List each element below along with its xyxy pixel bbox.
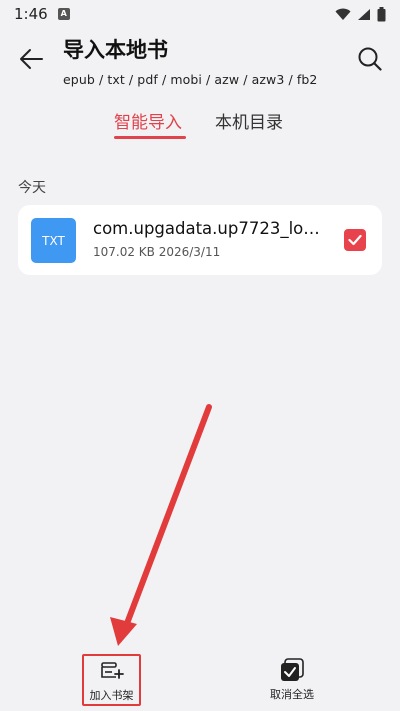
txt-file-icon: TXT [31,218,76,263]
tab-smart-import[interactable]: 智能导入 [114,108,182,133]
bottom-action-bar: 加入书架 取消全选 [0,650,400,711]
checkmark-icon [348,234,362,246]
deselect-all-button[interactable]: 取消全选 [262,658,322,702]
section-date-label: 今天 [18,180,46,196]
annotation-arrow [110,404,212,646]
battery-icon [377,6,386,21]
status-bar: 1:46 A [0,0,400,28]
supported-formats: epub / txt / pdf / mobi / azw / azw3 / f… [63,72,318,87]
back-button[interactable] [16,44,46,74]
page-title: 导入本地书 [63,38,168,62]
arrow-left-icon [20,49,43,69]
deselect-all-label: 取消全选 [270,688,314,701]
file-list-item[interactable]: TXT com.upgadata.up7723_log... 107.02 KB… [18,205,382,275]
tab-bar: 智能导入 本机目录 [0,108,400,142]
file-meta: 107.02 KB 2026/3/11 [93,245,221,259]
search-icon [358,47,382,71]
add-to-shelf-label: 加入书架 [89,689,134,702]
file-checkbox[interactable] [344,229,366,251]
wifi-icon [335,8,351,20]
file-name: com.upgadata.up7723_log... [93,219,323,238]
status-time: 1:46 [14,5,48,23]
signal-icon [358,8,370,20]
app-notification-icon: A [57,8,70,20]
status-icons [335,6,386,22]
search-button[interactable] [354,43,386,75]
tab-local-directory[interactable]: 本机目录 [215,108,283,133]
add-to-shelf-icon [100,662,124,679]
file-type-label: TXT [42,233,65,248]
deselect-all-icon [281,658,304,681]
add-to-shelf-button[interactable]: 加入书架 [82,654,141,706]
active-tab-indicator [114,136,186,139]
